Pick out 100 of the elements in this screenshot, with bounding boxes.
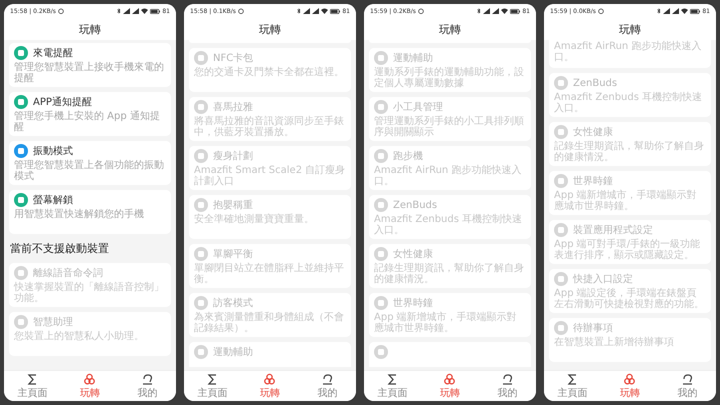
feature-title: 快捷入口設定 xyxy=(573,272,633,286)
feature-title: 螢幕解鎖 xyxy=(33,194,73,207)
rings-icon xyxy=(264,372,276,384)
sigma-icon xyxy=(27,372,38,384)
battery-icon xyxy=(690,8,700,14)
feature-title: 喜馬拉雅 xyxy=(213,100,253,114)
feature-description: 管理您智慧裝置上接收手機來電的提醒 xyxy=(14,63,165,84)
feature-description: 用智慧裝置快速解鎖您的手機 xyxy=(14,210,145,220)
feature-card[interactable]: 來電提醒 管理您智慧裝置上接收手機來電的提醒 xyxy=(9,43,171,87)
feature-title: 運動輔助 xyxy=(213,346,253,359)
feature-icon xyxy=(374,296,388,310)
sigma-icon xyxy=(207,372,218,384)
feature-description: Amazfit Smart Scale2 自訂瘦身計劃入口 xyxy=(194,166,346,187)
nav-tab[interactable]: 玩轉 xyxy=(421,371,479,401)
feature-icon xyxy=(14,315,28,329)
feature-description: 管理您手機上安裝的 App 通知提醒 xyxy=(14,112,161,133)
feature-icon xyxy=(14,266,28,280)
feature-title: 運動輔助 xyxy=(393,52,433,65)
feature-description: App 端新增城市，手環端顯示對應城市世界時鐘。 xyxy=(554,191,698,212)
battery-icon xyxy=(330,8,340,14)
feature-icon xyxy=(194,345,208,359)
wifi-icon xyxy=(501,8,508,14)
feature-description: 在智慧裝置上新增待辦事項 xyxy=(554,338,675,348)
feature-title: APP通知提醒 xyxy=(33,96,92,109)
wifi-icon xyxy=(321,8,328,14)
feature-title: 女性健康 xyxy=(573,126,613,139)
feature-description: App 端可對手環/手錶的一級功能表進行排序，顯示或隱藏設定。 xyxy=(554,240,702,261)
feature-icon xyxy=(554,321,568,335)
feature-description: Amazfit AirRun 跑步功能快速入口。 xyxy=(374,166,522,187)
feature-title: 裝置應用程式設定 xyxy=(573,224,653,237)
feature-icon xyxy=(374,100,388,114)
section-heading: 當前不支援啟動裝置 xyxy=(9,241,110,257)
page-title: 玩轉 xyxy=(619,22,641,36)
nav-tab[interactable]: 玩轉 xyxy=(61,371,119,401)
feature-description: 為來賓測量體重和身體組成（不會記錄結果）。 xyxy=(194,313,345,334)
nav-tab[interactable]: 我的 xyxy=(298,371,356,401)
feature-icon xyxy=(194,296,208,310)
nav-tab[interactable]: 玩轉 xyxy=(241,371,299,401)
feature-description: Amazfit Zenbuds 耳機控制快速入口。 xyxy=(374,215,524,236)
feature-icon xyxy=(374,198,388,212)
feature-icon xyxy=(194,51,208,65)
rings-icon xyxy=(84,372,96,384)
nav-tab[interactable]: 主頁面 xyxy=(364,371,422,401)
feature-title: ZenBuds xyxy=(393,200,438,210)
feature-description: 安全準確地測量寶寶重量。 xyxy=(194,215,315,226)
nav-tab[interactable]: 玩轉 xyxy=(601,371,659,401)
feature-icon xyxy=(374,51,388,65)
rings-icon xyxy=(624,372,636,384)
battery-icon xyxy=(150,8,160,14)
feature-description: 記錄生理期資訊，幫助你了解自身的健康情況。 xyxy=(374,264,525,285)
feature-icon xyxy=(554,223,568,237)
wifi-icon xyxy=(681,8,688,14)
sigma-icon xyxy=(567,372,578,384)
bluetooth-icon xyxy=(477,8,482,14)
feature-icon xyxy=(374,247,388,261)
feature-icon xyxy=(374,345,388,359)
feature-title: 抱嬰稱重 xyxy=(213,198,253,212)
feature-title: 女性健康 xyxy=(393,248,433,261)
nav-tab[interactable]: 我的 xyxy=(478,371,536,401)
feature-description: 管理運動系列手錶的小工具排列順序與開關顯示 xyxy=(374,117,525,138)
feature-description: 記錄生理期資訊，幫助你了解自身的健康情況。 xyxy=(554,142,705,163)
bluetooth-icon xyxy=(297,8,302,14)
page-title: 玩轉 xyxy=(79,22,101,36)
feature-description: App 端新增城市，手環端顯示對應城市世界時鐘。 xyxy=(374,313,518,334)
feature-title: 跑步機 xyxy=(393,150,423,163)
feature-title: 世界時鐘 xyxy=(393,296,433,310)
feature-title: 振動模式 xyxy=(33,144,73,158)
feature-description: 您裝置上的智慧私人小助理。 xyxy=(14,332,145,342)
feature-description: 管理您智慧裝置上各個功能的振動模式 xyxy=(14,161,165,182)
feature-description: 運動系列手錶的運動輔助功能，設定個人專屬運動數據 xyxy=(374,68,525,89)
feature-title: 訪客模式 xyxy=(213,296,253,310)
sigma-icon xyxy=(387,372,398,384)
nav-tab[interactable]: 主頁面 xyxy=(184,371,242,401)
nav-tab[interactable]: 主頁面 xyxy=(4,371,62,401)
page-title: 玩轉 xyxy=(259,22,281,36)
feature-description: 將喜馬拉雅的音訊資源同步至手錶中，供藍牙裝置播放。 xyxy=(194,117,345,138)
feature-title: NFC卡包 xyxy=(213,52,254,65)
feature-icon xyxy=(554,76,568,90)
feature-card[interactable]: APP通知提醒 管理您手機上安裝的 App 通知提醒 xyxy=(9,92,171,136)
feature-title: ZenBuds xyxy=(573,78,618,88)
bluetooth-icon xyxy=(657,8,662,14)
feature-title: 來電提醒 xyxy=(33,46,73,60)
page-title: 玩轉 xyxy=(439,22,461,36)
feature-card[interactable]: 振動模式 管理您智慧裝置上各個功能的振動模式 xyxy=(9,141,171,185)
rings-icon xyxy=(444,372,456,384)
nav-tab[interactable]: 我的 xyxy=(658,371,716,401)
feature-description: 您的交通卡及門禁卡全都在這裡。 xyxy=(194,68,345,78)
feature-description: App 端設定後，手環端在錶盤頁左右滑動可快捷檢視對應的功能。 xyxy=(554,289,705,310)
feature-description: Amazfit Zenbuds 耳機控制快速入口。 xyxy=(554,93,704,114)
feature-title: 待辦事項 xyxy=(573,322,613,335)
feature-title: 單腳平衡 xyxy=(213,248,253,261)
feature-card[interactable]: 螢幕解鎖 用智慧裝置快速解鎖您的手機 xyxy=(9,190,171,234)
feature-description: 快速掌握裝置的「離線語音控制」功能。 xyxy=(14,283,165,304)
bluetooth-icon xyxy=(117,8,122,14)
battery-icon xyxy=(510,8,520,14)
feature-title: 小工具管理 xyxy=(393,100,443,114)
nav-tab[interactable]: 主頁面 xyxy=(544,371,602,401)
feature-title: 世界時鐘 xyxy=(573,174,613,188)
feature-icon xyxy=(554,125,568,139)
nav-tab[interactable]: 我的 xyxy=(118,371,176,401)
